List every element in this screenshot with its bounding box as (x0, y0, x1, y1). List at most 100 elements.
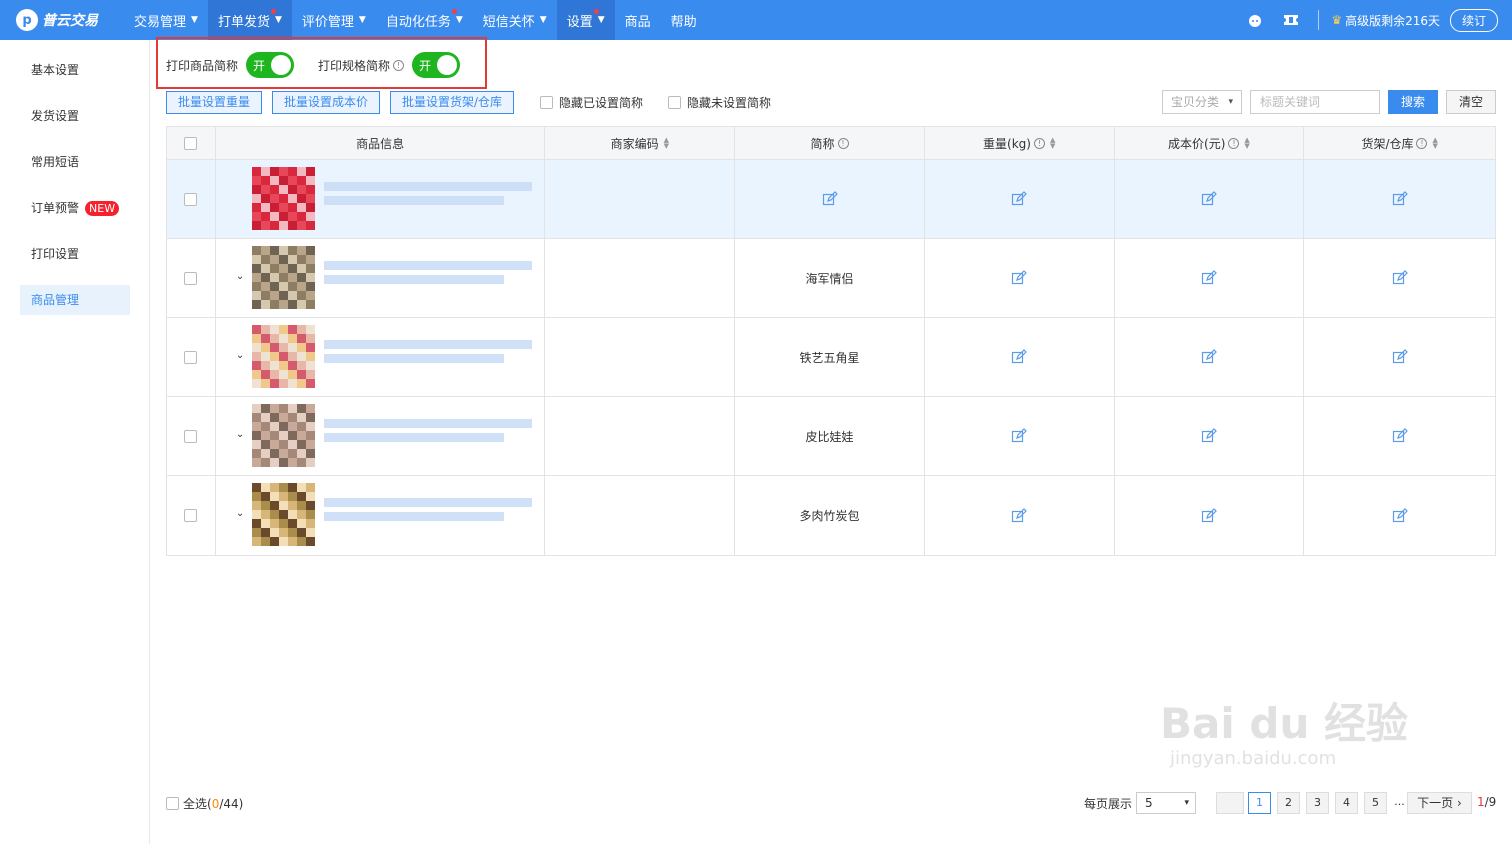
info-icon[interactable]: ! (1033, 137, 1045, 149)
row-select-cell[interactable] (167, 318, 216, 396)
expand-icon[interactable]: ⌄ (236, 429, 244, 440)
expand-icon[interactable]: ⌄ (236, 508, 244, 519)
row-checkbox[interactable] (184, 192, 198, 206)
expand-icon[interactable]: ⌄ (236, 350, 244, 361)
ticket-icon[interactable] (1282, 11, 1300, 29)
sidebar-item-1[interactable]: 发货设置 (20, 101, 130, 131)
editable-cell[interactable] (925, 476, 1115, 555)
sidebar-item-0[interactable]: 基本设置 (20, 55, 130, 85)
header-select-all[interactable] (167, 127, 216, 159)
info-icon[interactable]: ! (393, 59, 405, 71)
header-weight[interactable]: 重量(kg)! ▲ ▼ (925, 127, 1115, 159)
nav-item-2[interactable]: 评价管理 ▼ (292, 0, 376, 40)
edit-icon[interactable] (1392, 270, 1408, 286)
select-all-footer[interactable]: 全选(0/44) (166, 795, 243, 812)
product-title-blurred[interactable] (323, 261, 532, 270)
editable-cell[interactable] (1304, 397, 1495, 475)
product-title-blurred[interactable] (323, 512, 504, 521)
batch-shelf-button[interactable]: 批量设置货架/仓库 (390, 91, 515, 114)
product-thumbnail[interactable] (251, 167, 315, 230)
header-merchant-code[interactable]: 商家编码 ▲ ▼ (545, 127, 736, 159)
editable-cell[interactable] (1115, 239, 1305, 317)
edit-icon[interactable] (1201, 349, 1217, 365)
alias-cell[interactable]: 皮比娃娃 (735, 397, 925, 475)
edit-icon[interactable] (1201, 270, 1217, 286)
edit-icon[interactable] (1201, 191, 1217, 207)
product-thumbnail[interactable] (251, 483, 315, 546)
nav-item-3[interactable]: 自动化任务 ▼ (376, 0, 473, 40)
product-title-blurred[interactable] (323, 433, 504, 442)
sidebar-item-4[interactable]: 打印设置 (20, 239, 130, 269)
row-checkbox[interactable] (184, 271, 198, 285)
batch-weight-button[interactable]: 批量设置重量 (166, 91, 263, 114)
header-cost[interactable]: 成本价(元)! ▲ ▼ (1115, 127, 1305, 159)
row-checkbox[interactable] (184, 429, 198, 443)
hide-unset-checkbox[interactable]: 隐藏未设置简称 (668, 94, 771, 111)
product-title-blurred[interactable] (323, 354, 504, 363)
product-title-blurred[interactable] (323, 196, 504, 205)
expand-icon[interactable]: ⌄ (236, 271, 244, 282)
nav-item-5[interactable]: 设置 ▼ (556, 0, 615, 40)
row-select-cell[interactable] (167, 397, 216, 475)
editable-cell[interactable] (925, 239, 1115, 317)
editable-cell[interactable] (925, 318, 1115, 396)
editable-cell[interactable] (1115, 397, 1305, 475)
sidebar-item-3[interactable]: 订单预警 NEW (20, 193, 130, 223)
edit-icon[interactable] (1011, 507, 1028, 524)
editable-cell[interactable] (1304, 318, 1495, 396)
page-button[interactable]: 5 (1364, 792, 1387, 814)
page-button[interactable]: 4 (1335, 792, 1358, 814)
page-button[interactable]: 2 (1277, 792, 1300, 814)
sort-icon[interactable]: ▲ ▼ (664, 137, 669, 150)
product-title-blurred[interactable] (323, 275, 504, 284)
alias-cell[interactable]: 多肉竹炭包 (735, 476, 925, 555)
hide-set-checkbox[interactable]: 隐藏已设置简称 (540, 94, 643, 111)
editable-cell[interactable] (1304, 160, 1495, 238)
product-title-blurred[interactable] (323, 340, 532, 349)
checkbox[interactable] (668, 96, 681, 109)
batch-cost-button[interactable]: 批量设置成本价 (272, 91, 381, 114)
row-select-cell[interactable] (167, 476, 216, 555)
edit-icon[interactable] (1011, 349, 1028, 365)
editable-cell[interactable] (1304, 239, 1495, 317)
alias-cell[interactable]: 海军情侣 (735, 239, 925, 317)
edit-icon[interactable] (1011, 270, 1028, 286)
nav-item-6[interactable]: 商品 (615, 0, 661, 40)
row-checkbox[interactable] (184, 350, 198, 364)
editable-cell[interactable] (925, 160, 1115, 238)
customer-service-icon[interactable] (1246, 11, 1264, 29)
edit-icon[interactable] (1201, 428, 1217, 444)
edit-icon[interactable] (1011, 428, 1028, 444)
edit-icon[interactable] (1392, 428, 1408, 444)
clear-button[interactable]: 清空 (1446, 90, 1496, 114)
sort-icon[interactable]: ▲ ▼ (1432, 137, 1437, 150)
edit-icon[interactable] (1392, 191, 1408, 207)
product-thumbnail[interactable] (251, 246, 315, 309)
nav-item-1[interactable]: 打单发货 ▼ (207, 0, 292, 40)
alias-cell[interactable] (735, 160, 925, 238)
select-all-checkbox[interactable] (166, 797, 179, 810)
sort-icon[interactable]: ▲ ▼ (1244, 137, 1249, 150)
editable-cell[interactable] (1115, 476, 1305, 555)
alias-cell[interactable]: 铁艺五角星 (735, 318, 925, 396)
product-thumbnail[interactable] (251, 325, 315, 388)
print-spec-toggle[interactable]: 开 (412, 52, 461, 78)
edit-icon[interactable] (1392, 349, 1408, 365)
info-icon[interactable]: ! (1416, 137, 1428, 149)
product-title-blurred[interactable] (323, 419, 532, 428)
product-title-blurred[interactable] (323, 498, 532, 507)
app-logo[interactable]: p 普云交易 (0, 0, 124, 40)
keyword-input[interactable] (1250, 90, 1380, 114)
nav-item-7[interactable]: 帮助 (661, 0, 707, 40)
editable-cell[interactable] (1304, 476, 1495, 555)
editable-cell[interactable] (925, 397, 1115, 475)
row-select-cell[interactable] (167, 239, 216, 317)
sort-icon[interactable]: ▲ ▼ (1050, 137, 1055, 150)
checkbox[interactable] (184, 136, 198, 150)
product-title-blurred[interactable] (323, 182, 532, 191)
page-button[interactable]: 1 (1248, 792, 1271, 814)
info-icon[interactable]: ! (837, 137, 849, 149)
product-thumbnail[interactable] (251, 404, 315, 467)
row-checkbox[interactable] (184, 509, 198, 522)
search-button[interactable]: 搜索 (1388, 90, 1438, 114)
